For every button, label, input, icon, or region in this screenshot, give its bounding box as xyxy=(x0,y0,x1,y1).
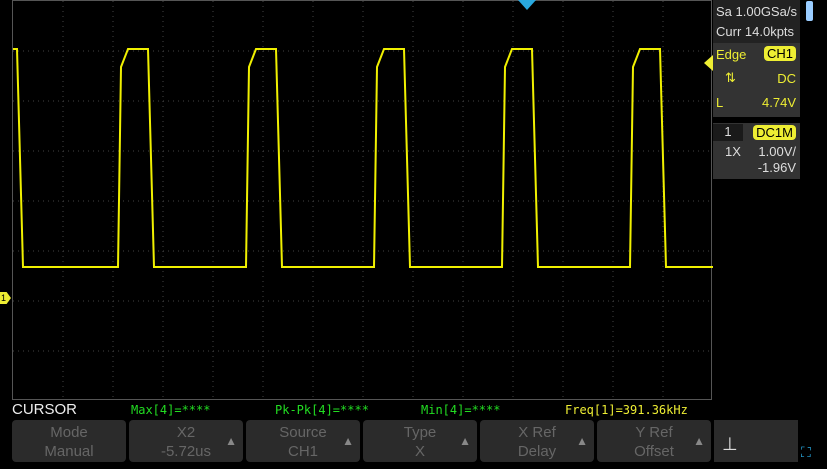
trigger-source: CH1 xyxy=(763,46,796,61)
mode-label: CURSOR xyxy=(12,401,78,418)
trigger-type: Edge xyxy=(716,47,747,62)
vertical-scale: 1.00V/ xyxy=(758,144,796,159)
softkey-x2[interactable]: X2 -5.72us ▲ xyxy=(129,420,243,462)
freq-measurement: Freq[1]=391.36kHz xyxy=(565,403,688,417)
acquisition-panel: Sa 1.00GSa/s Curr 14.0kpts xyxy=(713,0,800,44)
channel1-panel[interactable]: 1 DC1M 1X 1.00V/ -1.96V xyxy=(713,123,800,179)
sample-rate: Sa 1.00GSa/s xyxy=(716,4,797,19)
trigger-level-label: L xyxy=(716,95,724,110)
fullscreen-icon[interactable]: ⛶ xyxy=(801,444,811,461)
max-measurement: Max[4]=**** xyxy=(131,403,211,417)
pkpk-measurement: Pk-Pk[4]=**** xyxy=(275,403,369,417)
arrow-up-icon: ▲ xyxy=(342,434,354,448)
channel-coupling: DC1M xyxy=(753,125,796,140)
softkey-x-ref[interactable]: X Ref Delay ▲ xyxy=(480,420,594,462)
min-measurement: Min[4]=**** xyxy=(421,403,501,417)
softkey-value: Manual xyxy=(44,443,94,460)
softkey-source[interactable]: Source CH1 ▲ xyxy=(246,420,360,462)
probe-ratio: 1X xyxy=(725,144,741,159)
softkey-type[interactable]: Type X ▲ xyxy=(363,420,477,462)
channel1-ground-marker[interactable]: 1 xyxy=(0,292,11,304)
network-icon-button[interactable]: ⊥ xyxy=(714,420,798,462)
trigger-level-marker[interactable] xyxy=(704,55,713,71)
arrow-up-icon: ▲ xyxy=(693,434,705,448)
waveform-grid xyxy=(13,1,713,401)
softkey-title: Mode xyxy=(50,424,88,441)
memory-depth: Curr 14.0kpts xyxy=(716,24,795,39)
softkey-mode[interactable]: Mode Manual xyxy=(12,420,126,462)
waveform-display[interactable] xyxy=(12,0,713,401)
scroll-indicator[interactable] xyxy=(806,1,813,21)
vertical-offset: -1.96V xyxy=(757,160,796,175)
trigger-panel[interactable]: Edge CH1 ⇅ DC L 4.74V xyxy=(713,43,800,117)
trigger-coupling: DC xyxy=(777,71,796,86)
arrow-up-icon: ▲ xyxy=(459,434,471,448)
arrow-up-icon: ▲ xyxy=(225,434,237,448)
trigger-level: 4.74V xyxy=(762,95,796,110)
channel-number: 1 xyxy=(713,124,743,141)
softkey-y-ref[interactable]: Y Ref Offset ▲ xyxy=(597,420,711,462)
trigger-position-marker[interactable] xyxy=(518,0,536,10)
arrow-up-icon: ▲ xyxy=(576,434,588,448)
rise-fall-icon: ⇅ xyxy=(725,70,736,85)
